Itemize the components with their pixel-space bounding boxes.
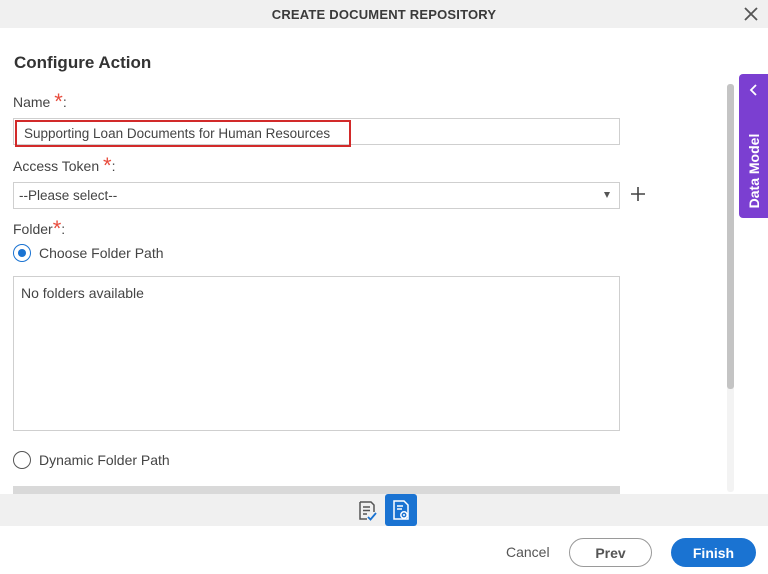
required-mark: * (54, 89, 63, 114)
folder-label: Folder*: (13, 216, 66, 241)
settings-document-icon (393, 500, 409, 520)
access-token-select[interactable]: --Please select-- (13, 182, 620, 209)
collapsed-panel-strip (13, 486, 620, 494)
folder-empty-text: No folders available (21, 285, 144, 301)
footer-icon-bar (0, 494, 768, 526)
validate-icon-button[interactable] (351, 494, 383, 526)
required-mark: * (103, 153, 112, 178)
data-model-tab[interactable]: Data Model (739, 74, 768, 218)
choose-folder-path-label: Choose Folder Path (39, 245, 164, 261)
validate-icon (359, 501, 377, 521)
scrollbar-thumb[interactable] (727, 84, 734, 389)
dialog-titlebar: CREATE DOCUMENT REPOSITORY (0, 0, 768, 28)
settings-document-icon-button[interactable] (385, 494, 417, 526)
plus-icon[interactable] (628, 184, 648, 204)
access-token-selected: --Please select-- (19, 188, 118, 203)
cancel-button[interactable]: Cancel (506, 544, 550, 560)
folder-tree-box[interactable]: No folders available (13, 276, 620, 431)
finish-button[interactable]: Finish (671, 538, 756, 567)
dropdown-arrow-icon (604, 192, 610, 198)
dynamic-folder-path-label: Dynamic Folder Path (39, 452, 170, 468)
content-scrollbar[interactable] (727, 84, 734, 492)
dynamic-folder-path-radio[interactable] (13, 451, 31, 469)
required-mark: * (52, 216, 62, 241)
name-input[interactable] (15, 120, 351, 147)
data-model-label: Data Model (745, 133, 762, 209)
name-label: Name *: (13, 89, 67, 114)
choose-folder-path-radio[interactable] (13, 244, 31, 262)
access-token-label: Access Token *: (13, 153, 116, 178)
dialog-title: CREATE DOCUMENT REPOSITORY (271, 7, 497, 22)
close-icon[interactable] (742, 5, 760, 23)
section-title: Configure Action (14, 53, 152, 72)
prev-button[interactable]: Prev (569, 538, 652, 567)
chevron-left-icon (749, 84, 757, 96)
name-field-container (13, 118, 620, 147)
